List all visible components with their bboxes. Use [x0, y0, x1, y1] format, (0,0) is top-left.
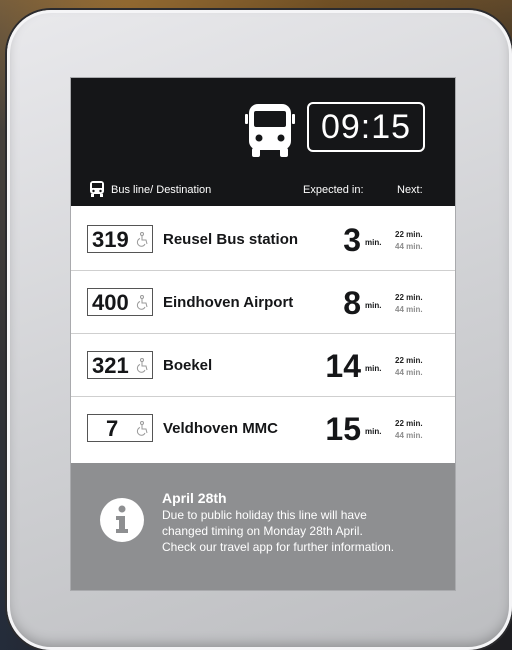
column-header-next: Next:: [397, 184, 423, 196]
next-departure: 22 min.: [395, 419, 423, 428]
next-departure: 22 min.: [395, 356, 423, 365]
screen-header: 09:15 Bus line/ Destination Expected in:…: [71, 78, 455, 206]
line-number: 400: [92, 290, 129, 315]
info-icon: [100, 498, 144, 542]
expected-minutes: 14: [325, 348, 361, 384]
minutes-unit: min.: [365, 301, 382, 310]
next-departure: 44 min.: [395, 242, 423, 251]
column-header-line-destination: Bus line/ Destination: [111, 184, 212, 196]
line-number: 321: [92, 353, 129, 378]
wheelchair-icon: [136, 295, 148, 310]
line-number-box: 319: [87, 225, 153, 253]
expected-minutes: 3: [343, 222, 361, 258]
current-time: 09:15: [307, 102, 425, 152]
notice-text: Due to public holiday this line will hav…: [162, 507, 447, 555]
line-number-box: 400: [87, 288, 153, 316]
minutes-unit: min.: [365, 238, 382, 247]
next-departure: 22 min.: [395, 230, 423, 239]
destination-name: Reusel Bus station: [163, 231, 299, 248]
notice-panel: April 28th Due to public holiday this li…: [71, 463, 455, 590]
next-departure: 44 min.: [395, 305, 423, 314]
notice-line: changed timing on Monday 28th April.: [162, 524, 363, 538]
wheelchair-icon: [136, 421, 148, 436]
departure-row: 321 Boekel 14 min. 22 min. 44 min.: [71, 334, 455, 397]
notice-line: Check our travel app for further informa…: [162, 540, 395, 554]
line-number-box: 321: [87, 351, 153, 379]
minutes-unit: min.: [365, 427, 382, 436]
bus-icon: [90, 181, 104, 197]
departure-row: 400 Eindhoven Airport 8 min. 22 min. 44 …: [71, 271, 455, 334]
line-number: 319: [92, 227, 129, 252]
expected-minutes: 15: [325, 411, 361, 447]
next-departure: 44 min.: [395, 368, 423, 377]
expected-minutes: 8: [343, 285, 361, 321]
next-departure: 44 min.: [395, 431, 423, 440]
notice-title: April 28th: [162, 490, 227, 506]
minutes-unit: min.: [365, 364, 382, 373]
notice-line: Due to public holiday this line will hav…: [162, 508, 367, 522]
bus-icon: [245, 104, 295, 157]
next-departure: 22 min.: [395, 293, 423, 302]
departure-row: 319 Reusel Bus station 3 min. 22 min. 44…: [71, 208, 455, 271]
departure-row: 7 Veldhoven MMC 15 min. 22 min. 44 min.: [71, 397, 455, 463]
wheelchair-icon: [136, 358, 148, 373]
line-number: 7: [106, 416, 119, 441]
destination-name: Boekel: [163, 357, 213, 374]
departure-screen: 09:15 Bus line/ Destination Expected in:…: [71, 78, 455, 590]
destination-name: Eindhoven Airport: [163, 294, 294, 311]
destination-name: Veldhoven MMC: [163, 420, 279, 437]
line-number-box: 7: [87, 414, 153, 442]
wheelchair-icon: [136, 232, 148, 247]
column-header-expected: Expected in:: [303, 184, 364, 196]
